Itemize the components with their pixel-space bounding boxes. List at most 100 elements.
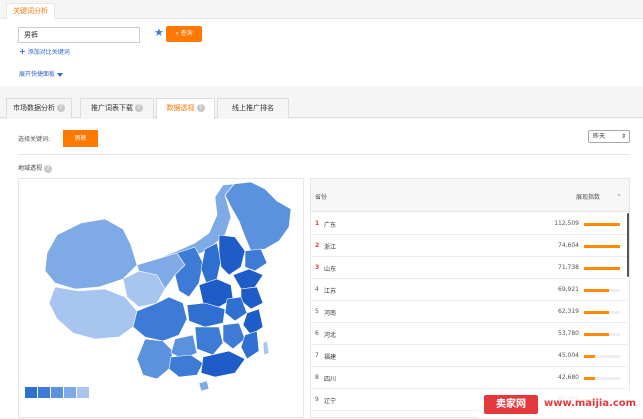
watermark-url: www.maijia.com bbox=[544, 398, 637, 409]
row-bar-fill bbox=[584, 267, 620, 270]
row-province: 河北 bbox=[324, 332, 337, 339]
row-rank: 4 bbox=[315, 286, 319, 293]
row-province: 河南 bbox=[324, 310, 337, 317]
region-xinjiang[interactable] bbox=[44, 218, 138, 290]
row-rank: 1 bbox=[315, 220, 320, 227]
legend-swatch bbox=[38, 387, 50, 398]
row-province: 江苏 bbox=[324, 288, 337, 295]
row-value: 74,604 bbox=[558, 242, 579, 249]
keyword-chip[interactable]: 男裤 bbox=[63, 130, 98, 147]
region-hainan[interactable] bbox=[198, 380, 210, 392]
keyword-select-label: 选择关键词: bbox=[18, 136, 51, 143]
tab-promo-word-download[interactable]: 推广词表下载? bbox=[80, 98, 154, 118]
row-bar bbox=[584, 289, 620, 292]
legend-swatch bbox=[64, 387, 76, 398]
row-province: 山东 bbox=[324, 266, 337, 273]
tab-online-promo-ranking[interactable]: 线上推广排名 bbox=[217, 98, 289, 118]
row-value: 69,921 bbox=[558, 286, 579, 293]
row-province: 浙江 bbox=[324, 244, 337, 251]
tab-label: 推广词表下载 bbox=[91, 104, 133, 112]
chevron-down-icon[interactable]: ⌄ bbox=[616, 190, 622, 198]
tab-label: 数据透视 bbox=[166, 104, 195, 112]
help-icon[interactable]: ? bbox=[196, 104, 205, 112]
row-bar-fill bbox=[584, 245, 620, 248]
query-button-label: 查询 bbox=[180, 30, 193, 37]
tab-data-pivot[interactable]: 数据透视? bbox=[156, 98, 215, 119]
updown-arrow-icon: ⇕ bbox=[620, 133, 626, 140]
keyword-input[interactable] bbox=[18, 27, 140, 43]
query-button[interactable]: ⌕ 查询 bbox=[166, 26, 202, 42]
region-yunnan[interactable] bbox=[136, 338, 174, 380]
tab-market-data[interactable]: 市场数据分析? bbox=[6, 98, 72, 118]
map-title: 地域透视? bbox=[18, 163, 53, 173]
divider bbox=[18, 154, 630, 155]
help-icon[interactable]: ? bbox=[44, 164, 53, 173]
watermark: 卖家网 www.maijia.com bbox=[478, 391, 643, 418]
region-shaanxi[interactable] bbox=[174, 246, 204, 298]
region-tibet[interactable] bbox=[48, 286, 138, 340]
expand-panel-link[interactable]: 展开快捷面板 bbox=[19, 69, 64, 78]
row-value: 62,319 bbox=[558, 308, 579, 315]
scrollbar[interactable] bbox=[627, 213, 629, 277]
row-value: 45,004 bbox=[558, 352, 579, 359]
row-bar bbox=[584, 333, 620, 336]
tab-bar: 市场数据分析? 推广词表下载? 数据透视? 线上推广排名 bbox=[0, 98, 643, 119]
col-header-index[interactable]: 展现指数 bbox=[576, 192, 600, 201]
row-rank: 6 bbox=[315, 330, 319, 337]
row-rank: 7 bbox=[315, 352, 319, 359]
row-bar bbox=[584, 223, 620, 226]
data-pivot-panel: 选择关键词: 男裤 昨天 ⇕ 地域透视? 省份 展现指数 ⌄ 1 广东 112,… bbox=[0, 119, 643, 418]
map-title-text: 地域透视 bbox=[18, 165, 43, 172]
row-bar-fill bbox=[584, 223, 620, 226]
table-row: 4 江苏 69,921 bbox=[311, 279, 627, 301]
row-value: 53,780 bbox=[558, 330, 579, 337]
legend-swatch bbox=[51, 387, 63, 398]
row-bar bbox=[584, 355, 620, 358]
row-province: 辽宁 bbox=[324, 398, 337, 405]
region-guangxi[interactable] bbox=[168, 354, 204, 378]
row-rank: 8 bbox=[315, 374, 319, 381]
caret-down-icon bbox=[57, 72, 64, 77]
region-hebei[interactable] bbox=[218, 234, 246, 276]
row-bar-fill bbox=[584, 377, 595, 380]
row-value: 71,738 bbox=[558, 264, 579, 271]
add-compare-label: 添加对比关键词 bbox=[27, 49, 70, 56]
plus-icon: + bbox=[19, 47, 26, 56]
watermark-logo: 卖家网 bbox=[484, 395, 538, 414]
col-header-province: 省份 bbox=[315, 194, 328, 201]
search-icon: ⌕ bbox=[175, 30, 179, 37]
region-liaoning[interactable] bbox=[244, 248, 268, 272]
help-icon[interactable]: ? bbox=[57, 104, 65, 112]
row-value: 112,509 bbox=[554, 220, 579, 227]
region-guangdong[interactable] bbox=[200, 350, 246, 378]
row-rank: 5 bbox=[315, 308, 319, 315]
period-select[interactable]: 昨天 ⇕ bbox=[588, 130, 630, 143]
region-shandong[interactable] bbox=[232, 268, 264, 290]
row-value: 42,680 bbox=[558, 374, 579, 381]
row-bar bbox=[584, 267, 620, 270]
china-map bbox=[18, 178, 304, 418]
row-rank: 2 bbox=[315, 242, 320, 249]
tab-keyword-analysis[interactable]: 关键词分析 bbox=[6, 3, 55, 19]
row-rank: 3 bbox=[315, 264, 320, 271]
legend-swatch bbox=[25, 387, 37, 398]
tab-label: 线上推广排名 bbox=[232, 104, 274, 112]
add-compare-keyword-link[interactable]: + 添加对比关键词 bbox=[19, 47, 70, 56]
map-legend bbox=[25, 387, 90, 398]
region-taiwan[interactable] bbox=[262, 340, 270, 356]
table-row: 2 浙江 74,604 bbox=[311, 235, 627, 257]
table-row: 3 山东 71,738 bbox=[311, 257, 627, 279]
row-bar bbox=[584, 311, 620, 314]
province-table: 省份 展现指数 ⌄ 1 广东 112,509 2 浙江 74,604 3 山东 71,738 4 江… bbox=[310, 178, 630, 418]
table-header: 省份 展现指数 ⌄ bbox=[311, 179, 629, 212]
legend-swatch bbox=[77, 387, 89, 398]
row-bar bbox=[584, 245, 620, 248]
region-hunan[interactable] bbox=[194, 326, 224, 356]
table-row: 6 河北 53,780 bbox=[311, 323, 627, 345]
row-bar bbox=[584, 377, 620, 380]
help-icon[interactable]: ? bbox=[135, 104, 143, 112]
table-row: 7 福建 45,004 bbox=[311, 345, 627, 367]
star-icon[interactable]: ★ bbox=[154, 27, 164, 39]
top-tab-bar: 关键词分析 bbox=[0, 0, 643, 19]
tab-label: 市场数据分析 bbox=[13, 104, 55, 112]
